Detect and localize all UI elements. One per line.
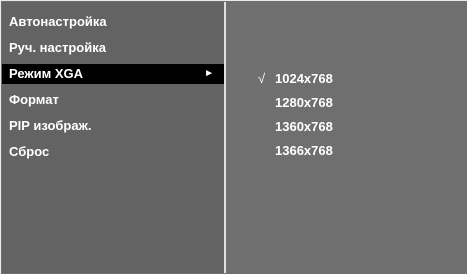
submenu-item-1024x768[interactable]: √ 1024x768 (228, 69, 467, 89)
submenu-item-label: 1360x768 (275, 119, 333, 134)
menu-item-xga-mode[interactable]: Режим XGA ► (2, 64, 224, 84)
menu-item-label: Автонастройка (9, 14, 107, 29)
submenu-panel: √ 1024x768 1280x768 1360x768 1366x768 (228, 2, 467, 273)
main-menu-panel: Автонастройка Руч. настройка Режим XGA ►… (2, 2, 226, 273)
menu-item-label: Формат (9, 92, 59, 107)
menu-item-auto-config[interactable]: Автонастройка (2, 12, 224, 32)
submenu-item-1366x768[interactable]: 1366x768 (228, 141, 467, 161)
arrow-right-icon: ► (204, 68, 214, 79)
checkmark-icon: √ (258, 71, 266, 86)
osd-menu: Автонастройка Руч. настройка Режим XGA ►… (0, 0, 467, 274)
menu-item-label: Режим XGA (9, 66, 84, 81)
menu-item-label: PIP изображ. (9, 118, 92, 133)
submenu-item-1280x768[interactable]: 1280x768 (228, 93, 467, 113)
menu-item-aspect-ratio[interactable]: Формат (2, 90, 224, 110)
submenu-item-label: 1280x768 (275, 95, 333, 110)
menu-item-pip-picture[interactable]: PIP изображ. (2, 116, 224, 136)
menu-item-label: Руч. настройка (9, 40, 106, 55)
menu-item-label: Сброс (9, 144, 50, 159)
submenu-item-label: 1024x768 (275, 71, 333, 86)
submenu-item-1360x768[interactable]: 1360x768 (228, 117, 467, 137)
menu-item-manual-config[interactable]: Руч. настройка (2, 38, 224, 58)
menu-item-reset[interactable]: Сброс (2, 142, 224, 162)
submenu-item-label: 1366x768 (275, 143, 333, 158)
